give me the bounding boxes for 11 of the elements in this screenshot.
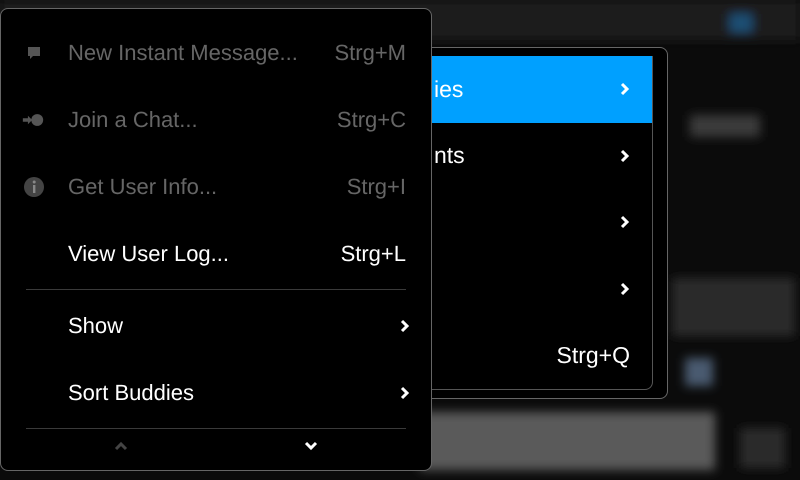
menu-item-label: Sort Buddies: [68, 380, 194, 406]
shortcut-label: Strg+L: [340, 240, 406, 266]
menu-item-label: View User Log...: [68, 240, 230, 266]
shortcut-label: Strg+I: [346, 174, 406, 200]
menu-item-label: Join a Chat...: [68, 106, 198, 132]
menu-item-label: nts: [434, 142, 465, 170]
menu-item-label: ies: [434, 76, 464, 103]
menu-item-label: New Instant Message...: [68, 40, 298, 66]
menu-item-label: Get User Info...: [68, 174, 218, 200]
shortcut-label: Strg+Q: [556, 342, 630, 370]
menu-item-label: Show: [68, 312, 124, 338]
